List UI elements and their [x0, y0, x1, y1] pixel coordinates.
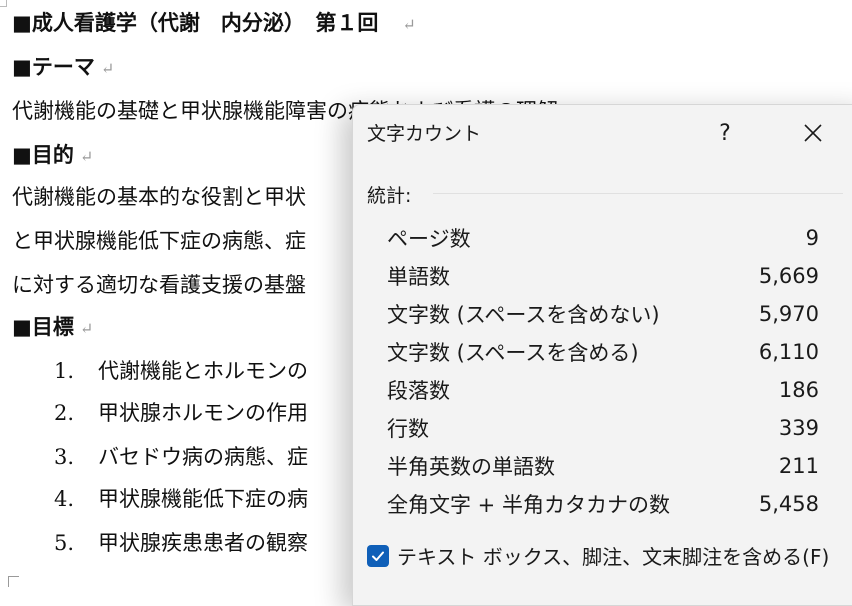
- goal-list-item: 1. 代謝機能とホルモンの: [54, 356, 308, 386]
- purpose-line: 代謝機能の基本的な役割と甲状: [12, 185, 306, 209]
- paragraph-mark: ↵: [79, 319, 94, 338]
- goal-text: 代謝機能とホルモンの: [98, 359, 308, 383]
- goal-number: 2.: [54, 401, 75, 425]
- page-bottom-corner-marker: [8, 576, 19, 587]
- check-icon: [372, 551, 384, 561]
- purpose-line: に対する適切な看護支援の基盤: [12, 273, 306, 297]
- stat-value: 9: [805, 226, 819, 250]
- stat-row-paragraphs: 段落数 186: [387, 371, 819, 409]
- purpose-heading-text: ■目的: [12, 142, 74, 167]
- stat-label: 半角英数の単語数: [387, 455, 555, 479]
- close-icon: [804, 124, 822, 142]
- stat-label: 単語数: [387, 265, 450, 289]
- stat-label: 行数: [387, 417, 429, 441]
- close-button[interactable]: [791, 113, 835, 153]
- stat-value: 5,970: [758, 302, 819, 326]
- document-title-line: ■成人看護学（代謝 内分泌） 第１回 ↵: [12, 8, 416, 40]
- help-button[interactable]: ?: [705, 113, 745, 153]
- goals-heading: ■目標 ↵: [12, 312, 93, 344]
- stat-value: 186: [778, 378, 819, 402]
- help-icon: ?: [719, 120, 731, 146]
- checkbox-checked[interactable]: [367, 544, 389, 567]
- paragraph-mark: ↵: [402, 15, 416, 34]
- goal-text: 甲状腺機能低下症の病: [98, 487, 308, 511]
- stat-label: ページ数: [387, 227, 471, 251]
- goal-text: バセドウ病の病態、症: [98, 445, 308, 469]
- stat-row-halfwidth-words: 半角英数の単語数 211: [387, 447, 819, 485]
- statistics-list: ページ数 9 単語数 5,669 文字数 (スペースを含めない) 5,970 文…: [387, 219, 819, 523]
- goal-text: 甲状腺ホルモンの作用: [98, 401, 308, 425]
- statistics-label: 統計:: [367, 185, 412, 207]
- dialog-title: 文字カウント: [367, 123, 482, 145]
- stat-row-chars-with-spaces: 文字数 (スペースを含める) 6,110: [387, 333, 819, 371]
- goal-number: 3.: [54, 445, 75, 469]
- paragraph-mark: ↵: [79, 147, 94, 166]
- stat-label: 全角文字 + 半角カタカナの数: [387, 493, 670, 517]
- goal-text: 甲状腺疾患患者の観察: [98, 531, 308, 555]
- dialog-titlebar[interactable]: 文字カウント ?: [353, 105, 852, 161]
- goal-list-item: 4. 甲状腺機能低下症の病: [54, 484, 308, 514]
- stat-value: 5,458: [758, 492, 819, 516]
- stat-row-lines: 行数 339: [387, 409, 819, 447]
- stat-row-chars-no-spaces: 文字数 (スペースを含めない) 5,970: [387, 295, 819, 333]
- goal-list-item: 5. 甲状腺疾患患者の観察: [54, 528, 308, 558]
- stat-label: 段落数: [387, 379, 450, 403]
- stat-row-words: 単語数 5,669: [387, 257, 819, 295]
- word-count-dialog: 文字カウント ? 統計: ページ数 9 単語数 5,669 文字数 (スペースを…: [352, 104, 852, 606]
- section-divider: [433, 193, 843, 194]
- stat-value: 211: [778, 454, 819, 478]
- checkbox-label: テキスト ボックス、脚注、文末脚注を含める(F): [397, 545, 830, 569]
- stat-value: 5,669: [758, 264, 819, 288]
- stat-value: 6,110: [758, 340, 819, 364]
- page-corner-marker: [0, 0, 7, 7]
- include-textboxes-footnotes-checkbox[interactable]: テキスト ボックス、脚注、文末脚注を含める(F): [367, 541, 829, 570]
- goal-number: 1.: [54, 359, 75, 383]
- purpose-heading: ■目的 ↵: [12, 140, 93, 172]
- goals-heading-text: ■目標: [12, 314, 74, 339]
- paragraph-mark: ↵: [100, 59, 115, 78]
- stat-row-fullwidth-chars: 全角文字 + 半角カタカナの数 5,458: [387, 485, 819, 523]
- goal-list-item: 3. バセドウ病の病態、症: [54, 442, 308, 472]
- goal-number: 4.: [54, 487, 75, 511]
- goal-list-item: 2. 甲状腺ホルモンの作用: [54, 398, 308, 428]
- document-title-text: ■成人看護学（代謝 内分泌） 第１回: [12, 10, 379, 35]
- stat-label: 文字数 (スペースを含めない): [387, 303, 660, 327]
- stat-label: 文字数 (スペースを含める): [387, 341, 639, 365]
- stat-value: 339: [778, 416, 819, 440]
- theme-heading: ■テーマ ↵: [12, 52, 114, 84]
- goal-number: 5.: [54, 531, 75, 555]
- purpose-line: と甲状腺機能低下症の病態、症: [12, 229, 306, 253]
- stat-row-pages: ページ数 9: [387, 219, 819, 257]
- theme-heading-text: ■テーマ: [12, 54, 95, 79]
